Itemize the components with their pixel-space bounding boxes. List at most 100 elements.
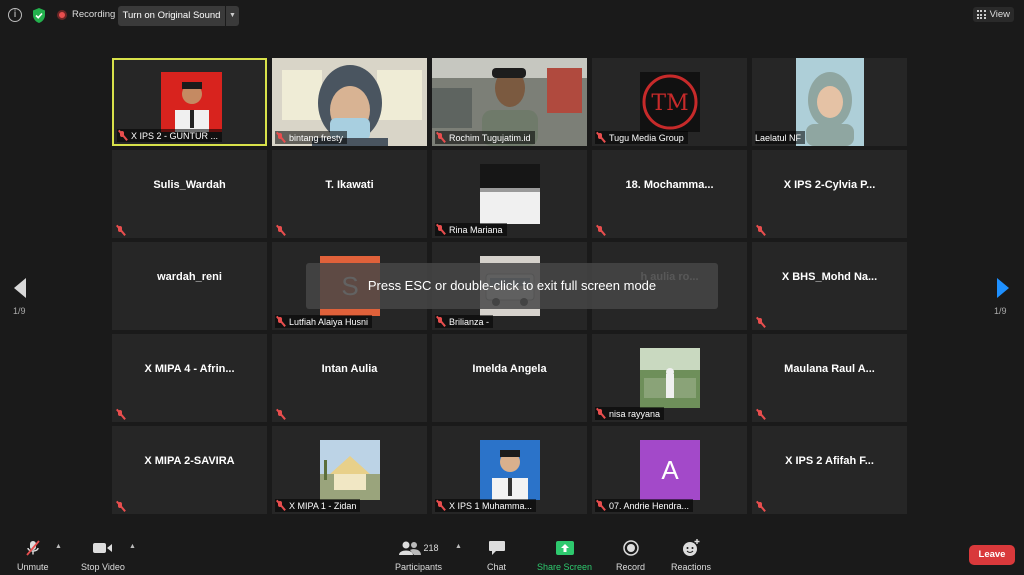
meeting-toolbar: Unmute ▲ Stop Video ▲ 218 Participants ▲	[0, 531, 1024, 575]
participant-display-name: X IPS 2-Cylvia P...	[783, 179, 876, 191]
stop-video-label: Stop Video	[81, 562, 125, 572]
mic-muted-icon	[275, 316, 286, 327]
chevron-up-icon[interactable]: ▲	[129, 543, 136, 550]
participant-display-name: X BHS_Mohd Na...	[781, 271, 878, 283]
video-tile[interactable]: Maulana Raul A...	[752, 334, 907, 422]
video-tile[interactable]: A 07. Andrie Hendra...	[592, 426, 747, 514]
record-icon	[622, 539, 639, 557]
mic-muted-icon	[115, 409, 126, 420]
view-button[interactable]: View	[972, 7, 1014, 22]
page-indicator-left: 1/9	[13, 306, 26, 316]
previous-page-arrow-icon[interactable]	[14, 278, 26, 298]
participant-photo	[320, 440, 380, 500]
video-tile[interactable]: Rochim Tugujatim.id	[432, 58, 587, 146]
record-label: Record	[616, 562, 646, 572]
smiley-plus-icon	[682, 539, 700, 557]
participant-initial-avatar: A	[640, 440, 700, 500]
recording-indicator[interactable]: Recording	[57, 9, 115, 20]
mic-muted-icon	[595, 132, 606, 143]
participant-name-label: Rochim Tugujatim.id	[435, 131, 535, 144]
mic-muted-icon	[115, 501, 126, 512]
unmute-button[interactable]: Unmute	[17, 539, 49, 572]
participant-display-name: Intan Aulia	[321, 363, 378, 375]
video-tile[interactable]: X IPS 2 - GUNTUR ...	[112, 58, 267, 146]
mic-muted-icon	[595, 500, 606, 511]
participant-name-label: X IPS 2 - GUNTUR ...	[117, 129, 223, 142]
chevron-up-icon[interactable]: ▲	[55, 543, 62, 550]
participant-photo	[796, 58, 864, 146]
video-tile[interactable]: X MIPA 1 - Zidan	[272, 426, 427, 514]
video-tile[interactable]: bintang fresty	[272, 58, 427, 146]
video-tile[interactable]: X IPS 2 Afifah F...	[752, 426, 907, 514]
view-label: View	[989, 9, 1010, 20]
chat-button[interactable]: Chat	[487, 539, 506, 572]
recording-label: Recording	[72, 9, 116, 20]
mic-muted-icon	[275, 409, 286, 420]
participants-count: 218	[423, 543, 439, 553]
record-button[interactable]: Record	[616, 539, 645, 572]
mic-muted-icon	[435, 132, 446, 143]
video-tile[interactable]: Sulis_Wardah	[112, 150, 267, 238]
participant-name-label: Brilianza -	[435, 315, 494, 328]
svg-text:TM: TM	[651, 91, 688, 116]
participant-display-name: wardah_reni	[157, 271, 222, 283]
video-tile[interactable]: Intan Aulia	[272, 334, 427, 422]
video-camera-icon	[92, 539, 113, 557]
chevron-down-icon[interactable]: ▼	[226, 6, 239, 26]
participant-photo	[161, 72, 222, 132]
video-tile[interactable]: Rina Mariana	[432, 150, 587, 238]
mic-muted-icon	[755, 501, 766, 512]
video-tile[interactable]: X BHS_Mohd Na...	[752, 242, 907, 330]
mic-muted-icon	[435, 500, 446, 511]
video-tile[interactable]: 18. Mochamma...	[592, 150, 747, 238]
participant-logo: TM	[640, 72, 700, 132]
next-page-arrow-icon[interactable]	[997, 278, 1009, 298]
participant-name-label: Rina Mariana	[435, 223, 507, 236]
top-bar: i Recording Turn on Original Sound ▼ Vie…	[0, 0, 1024, 32]
participants-icon-group: 218	[398, 539, 439, 557]
mic-muted-icon	[755, 317, 766, 328]
mic-muted-icon	[24, 539, 42, 557]
video-tile[interactable]: Imelda Angela	[432, 334, 587, 422]
mic-muted-icon	[755, 409, 766, 420]
video-tile[interactable]: TM Tugu Media Group	[592, 58, 747, 146]
participant-display-name: Sulis_Wardah	[153, 179, 226, 191]
video-tile[interactable]: T. Ikawati	[272, 150, 427, 238]
participant-name-label: X IPS 1 Muhamma...	[435, 499, 537, 512]
participants-icon	[398, 541, 421, 555]
participant-photo	[640, 348, 700, 408]
share-screen-icon	[555, 539, 574, 557]
video-tile[interactable]: X MIPA 4 - Afrin...	[112, 334, 267, 422]
participant-name-label: Lutfiah Alaiya Husni	[275, 315, 373, 328]
mic-muted-icon	[755, 225, 766, 236]
video-tile[interactable]: X MIPA 2-SAVIRA	[112, 426, 267, 514]
video-tile[interactable]: nisa rayyana	[592, 334, 747, 422]
video-tile[interactable]: X IPS 2-Cylvia P...	[752, 150, 907, 238]
participant-display-name: Maulana Raul A...	[784, 363, 875, 375]
participants-label: Participants	[395, 562, 443, 572]
unmute-label: Unmute	[17, 562, 49, 572]
share-screen-button[interactable]: Share Screen	[537, 539, 592, 572]
mic-muted-icon	[115, 225, 126, 236]
info-icon[interactable]: i	[8, 8, 22, 22]
participant-display-name: X MIPA 4 - Afrin...	[144, 363, 235, 375]
participant-display-name: 18. Mochamma...	[625, 179, 714, 191]
video-tile[interactable]: wardah_reni	[112, 242, 267, 330]
video-tile[interactable]: X IPS 1 Muhamma...	[432, 426, 587, 514]
chat-label: Chat	[487, 562, 507, 572]
participants-button[interactable]: 218 Participants	[395, 539, 442, 572]
stop-video-button[interactable]: Stop Video	[81, 539, 125, 572]
participant-name-label: Laelatul NF	[755, 131, 806, 144]
chevron-up-icon[interactable]: ▲	[455, 543, 462, 550]
record-dot-icon	[57, 9, 67, 20]
original-sound-button[interactable]: Turn on Original Sound	[118, 6, 225, 26]
participant-photo	[480, 440, 540, 500]
reactions-button[interactable]: Reactions	[671, 539, 711, 572]
shield-icon[interactable]	[31, 7, 47, 24]
video-tile[interactable]: Laelatul NF	[752, 58, 907, 146]
share-screen-label: Share Screen	[537, 562, 593, 572]
participant-display-name: Imelda Angela	[472, 363, 547, 375]
leave-button[interactable]: Leave	[969, 545, 1015, 565]
mic-muted-icon	[117, 130, 128, 141]
participant-name-label: Tugu Media Group	[595, 131, 688, 144]
